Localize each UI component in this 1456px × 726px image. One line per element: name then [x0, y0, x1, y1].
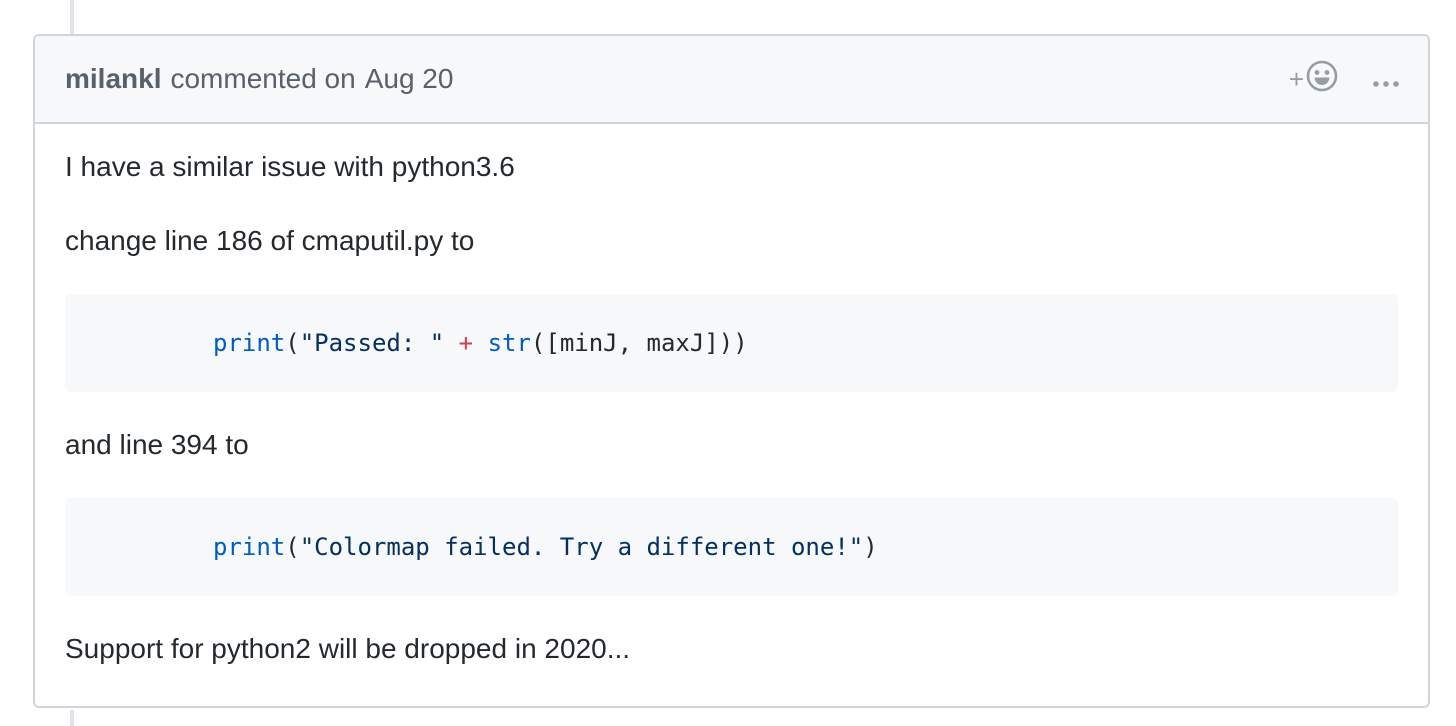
timeline-line — [70, 710, 74, 726]
add-reaction-button[interactable]: + — [1289, 60, 1338, 99]
kebab-horizontal-icon — [1372, 63, 1400, 95]
plus-label: + — [1288, 64, 1304, 94]
comment-paragraph: I have a similar issue with python3.6 — [65, 151, 515, 182]
code-token-paren: ) — [863, 533, 878, 561]
smiley-icon — [1306, 60, 1338, 99]
code-token-function: print — [213, 329, 286, 357]
code-token-string: "Colormap failed. Try a different one!" — [299, 533, 864, 561]
comment-header-actions: + — [1289, 36, 1400, 122]
comment-paragraph: change line 186 of cmaputil.py to — [65, 225, 475, 256]
comment-action: commented on — [170, 63, 356, 94]
comment-author[interactable]: milankl — [65, 63, 161, 95]
code-token-operator: + — [444, 329, 488, 357]
comment-header: milankl commented on Aug 20 + — [35, 36, 1428, 124]
timeline-line — [70, 0, 74, 34]
code-token-function: print — [213, 533, 286, 561]
comment-paragraph: Support for python2 will be dropped in 2… — [65, 633, 631, 664]
more-options-button[interactable] — [1372, 63, 1400, 95]
code-block: print("Colormap failed. Try a different … — [65, 498, 1398, 596]
comment-box: milankl commented on Aug 20 + I have a s… — [33, 34, 1430, 708]
code-block: print("Passed: " + str ([minJ, maxJ])) — [65, 294, 1398, 392]
code-token-paren: ( — [285, 533, 300, 561]
comment-body: I have a similar issue with python3.6 ch… — [35, 124, 1428, 670]
code-token-function: str — [487, 329, 531, 357]
code-token-args: ([minJ, maxJ])) — [530, 329, 748, 357]
comment-date[interactable]: Aug 20 — [365, 63, 454, 95]
code-token-paren: ( — [285, 329, 300, 357]
code-token-string: "Passed: " — [299, 329, 445, 357]
comment-paragraph: and line 394 to — [65, 429, 249, 460]
